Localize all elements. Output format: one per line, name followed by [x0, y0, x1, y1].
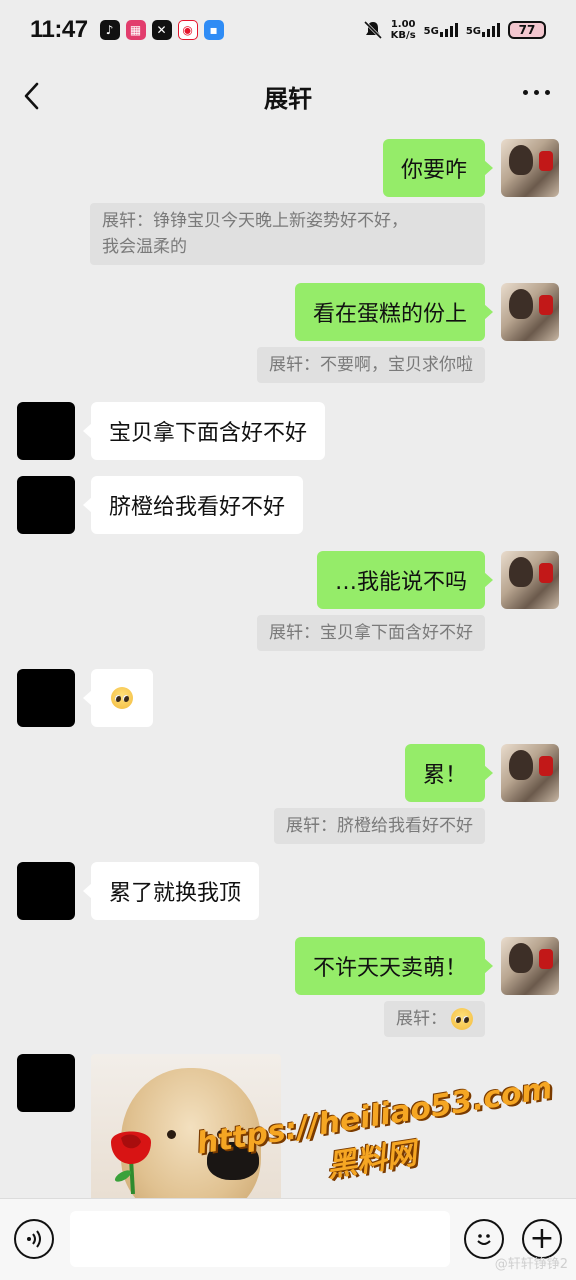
quoted-text-line: 展轩：铮铮宝贝今天晚上新姿势好不好， — [102, 211, 408, 231]
network-speed-value: 1.00 — [390, 19, 416, 30]
pleading-face-icon — [451, 1008, 473, 1030]
signal-bars-icon — [439, 23, 458, 37]
self-avatar[interactable] — [501, 744, 559, 802]
weibo-watermark: @轩轩铮铮2 — [494, 1257, 568, 1272]
self-avatar[interactable] — [501, 937, 559, 995]
app-notification-icon: ▪ — [203, 20, 224, 40]
message-bubble-self[interactable]: 不许天天卖萌！ — [294, 937, 494, 995]
status-bar: 11:47 ♪ ▦ ✕ ◉ ▪ 1.00 KB/s 5G 5G 77 — [0, 0, 576, 60]
quoted-text-line: 我会温柔的 — [102, 237, 187, 257]
more-options-icon[interactable] — [523, 90, 550, 95]
signal-1: 5G — [424, 23, 458, 37]
message-bubble-other[interactable]: 宝贝拿下面含好不好 — [82, 402, 326, 460]
message-list[interactable]: 你要咋 展轩：铮铮宝贝今天晚上新姿势好不好， 我会温柔的 看在蛋糕的份上 展轩：… — [0, 132, 576, 1198]
self-avatar[interactable] — [501, 283, 559, 341]
contact-avatar[interactable] — [17, 1054, 75, 1112]
message-bubble-other[interactable]: 脐橙给我看好不好 — [82, 476, 304, 534]
chat-header: 展轩 — [0, 60, 576, 132]
signal-bars-icon — [482, 23, 500, 37]
self-avatar[interactable] — [501, 139, 559, 197]
message-bubble-self[interactable]: 累！ — [404, 744, 494, 802]
message-bubble-other[interactable] — [83, 669, 153, 727]
quoted-message[interactable]: 展轩：脐橙给我看好不好 — [274, 808, 485, 844]
message-bubble-self[interactable]: 看在蛋糕的份上 — [294, 283, 494, 341]
quoted-message[interactable]: 展轩： — [384, 1001, 485, 1037]
message-bubble-self[interactable]: 你要咋 — [382, 139, 494, 197]
contact-avatar[interactable] — [17, 669, 75, 727]
quoted-message[interactable]: 展轩：铮铮宝贝今天晚上新姿势好不好， 我会温柔的 — [90, 203, 485, 265]
weibo-icon: ◉ — [177, 20, 198, 40]
input-bar: + @轩轩铮铮2 — [0, 1198, 576, 1280]
contact-avatar[interactable] — [17, 476, 75, 534]
quoted-message[interactable]: 展轩：宝贝拿下面含好不好 — [257, 615, 485, 651]
chat-title: 展轩 — [264, 84, 312, 113]
contact-avatar[interactable] — [17, 402, 75, 460]
quoted-text: 展轩： — [396, 1009, 447, 1029]
notification-icons: ♪ ▦ ✕ ◉ ▪ — [99, 20, 224, 40]
bell-muted-icon — [363, 20, 382, 40]
message-bubble-other[interactable]: 累了就换我顶 — [82, 862, 260, 920]
signal-1-label: 5G — [423, 26, 439, 37]
signal-2: 5G — [466, 23, 500, 37]
tiktok-icon: ♪ — [99, 20, 120, 40]
shopping-app-icon: ▦ — [125, 20, 146, 40]
message-bubble-self[interactable]: …我能说不吗 — [316, 551, 494, 609]
quoted-message[interactable]: 展轩：不要啊，宝贝求你啦 — [257, 347, 485, 383]
contact-avatar[interactable] — [17, 862, 75, 920]
signal-2-label: 5G — [465, 26, 481, 37]
self-avatar[interactable] — [501, 551, 559, 609]
battery-indicator: 77 — [508, 21, 546, 39]
clock: 11:47 — [30, 16, 88, 43]
voice-input-icon[interactable] — [14, 1219, 54, 1259]
pleading-face-icon — [111, 687, 133, 709]
back-arrow-icon[interactable] — [22, 82, 42, 110]
message-input[interactable] — [70, 1211, 450, 1267]
rose-icon — [111, 1131, 151, 1194]
network-speed: 1.00 KB/s — [391, 19, 416, 41]
capcut-icon: ✕ — [151, 20, 172, 40]
network-speed-unit: KB/s — [390, 30, 416, 41]
